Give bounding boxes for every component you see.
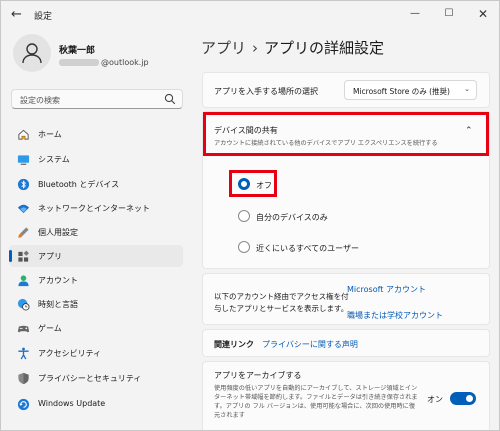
accessibility-icon [18,347,29,360]
app-source-label: アプリを入手する場所の選択 [214,87,318,96]
sidebar-item-accounts[interactable]: アカウント [9,269,183,291]
home-icon [18,129,29,140]
radio-my-devices-label: 自分のデバイスのみ [256,213,328,222]
wifi-icon [17,204,30,214]
minimize-button[interactable]: — [405,5,425,23]
maximize-button[interactable]: ☐ [439,5,459,23]
sidebar-item-network[interactable]: ネットワークとインターネット [9,197,183,219]
archive-apps-desc-1: 使用頻度の低いアプリを自動的にアーカイブして、ストレージ領域とイン [214,385,418,392]
user-icon [22,43,42,64]
work-school-account-link[interactable]: 職場または学校アカウント [347,310,443,321]
archive-apps-title: アプリをアーカイブする [214,371,302,380]
email-suffix: @outlook.jp [101,58,149,67]
sidebar-item-apps[interactable]: アプリ [9,245,183,267]
sidebar-item-label: ネットワークとインターネット [38,204,150,213]
archive-apps-toggle[interactable] [450,392,476,405]
breadcrumb-parent[interactable]: アプリ [201,39,246,57]
archive-apps-desc-3: す。アプリの フル バージョンは、使用可能な場合に、次回の使用時に復 [214,403,416,410]
radio-my-devices[interactable] [238,210,250,222]
search-placeholder: 設定の検索 [20,96,60,105]
sidebar-item-personalization[interactable]: 個人用設定 [9,221,183,243]
avatar[interactable] [13,34,51,72]
sidebar-item-gaming[interactable]: ゲーム [9,317,183,339]
account-access-text-1: 以下のアカウント経由でアクセス権を付 [214,292,349,301]
sidebar-item-label: システム [38,155,70,164]
account-access-card: 以下のアカウント経由でアクセス権を付 与したアプリとサービスを表示します。 [202,273,490,325]
update-icon [17,398,30,411]
sidebar-item-label: アカウント [38,276,78,285]
sidebar-item-label: アクセシビリティ [38,349,102,358]
app-source-dropdown[interactable]: Microsoft Store のみ (推奨) ⌄ [344,80,477,100]
sidebar-item-label: ゲーム [38,324,62,333]
search-input[interactable]: 設定の検索 [11,89,183,109]
close-button[interactable]: ✕ [473,5,493,23]
sidebar-item-label: アプリ [38,252,62,261]
title-bar: ← 設定 — ☐ ✕ [1,1,499,29]
brush-icon [18,227,29,238]
settings-window: ← 設定 — ☐ ✕ 秋葉一郎 @outlook.jp 設定の検索 ホーム シス… [0,0,500,431]
back-arrow-icon[interactable]: ← [11,7,22,22]
account-icon [18,275,29,287]
breadcrumb: アプリ › アプリの詳細設定 [201,37,384,58]
system-icon [17,155,30,165]
related-links-card: 関連リンク プライバシーに関する声明 [202,329,490,357]
sidebar-item-label: プライバシーとセキュリティ [38,374,142,383]
archive-toggle-label: オン [427,395,443,404]
sharing-description: アカウントに接続されている他のデバイスでアプリ エクスペリエンスを続行する [214,140,438,147]
sidebar-item-privacy-security[interactable]: プライバシーとセキュリティ [9,367,183,389]
window-title: 設定 [34,12,53,22]
globe-clock-icon [17,298,30,311]
sidebar-item-label: Bluetooth とデバイス [38,180,120,189]
sidebar-item-accessibility[interactable]: アクセシビリティ [9,342,183,364]
breadcrumb-separator: › [252,39,259,57]
sidebar-item-bluetooth[interactable]: Bluetooth とデバイス [9,173,183,195]
gamepad-icon [17,325,30,333]
bluetooth-icon [17,178,30,191]
user-email: @outlook.jp [59,58,149,67]
sidebar-item-home[interactable]: ホーム [9,123,183,145]
chevron-down-icon: ⌄ [464,85,470,93]
radio-off-label: オフ [256,181,272,190]
archive-apps-card: アプリをアーカイブする 使用頻度の低いアプリを自動的にアーカイブして、ストレージ… [202,361,490,430]
user-name: 秋葉一郎 [59,46,96,56]
radio-everyone-nearby-label: 近くにいるすべてのユーザー [256,244,359,253]
archive-apps-desc-2: ターネット帯域幅を節約します。ファイルとデータは引き続き保存されま [214,394,418,401]
sidebar-item-time-language[interactable]: 時刻と言語 [9,293,183,315]
archive-apps-desc-4: 元されます [214,412,245,419]
shield-icon [18,372,29,385]
sidebar-item-system[interactable]: システム [9,148,183,170]
search-icon [164,93,176,105]
page-title: アプリの詳細設定 [264,39,385,57]
email-redaction [59,59,99,66]
active-indicator [9,250,12,262]
sharing-title[interactable]: デバイス間の共有 [214,125,278,136]
sidebar-item-windows-update[interactable]: Windows Update [9,393,183,415]
privacy-statement-link[interactable]: プライバシーに関する声明 [262,339,358,350]
radio-off[interactable] [238,178,250,190]
related-links-label: 関連リンク [214,340,254,349]
radio-everyone-nearby[interactable] [238,241,250,253]
sidebar-item-label: 時刻と言語 [38,300,78,309]
account-access-text-2: 与したアプリとサービスを表示します。 [214,304,349,313]
microsoft-account-link[interactable]: Microsoft アカウント [347,284,426,295]
sidebar-item-label: ホーム [38,130,62,139]
sidebar-item-label: Windows Update [38,399,106,408]
apps-icon [18,250,29,262]
toggle-knob [466,395,473,402]
chevron-up-icon[interactable]: ⌃ [465,126,473,136]
sidebar-item-label: 個人用設定 [38,228,78,237]
app-source-selected: Microsoft Store のみ (推奨) [353,87,450,96]
